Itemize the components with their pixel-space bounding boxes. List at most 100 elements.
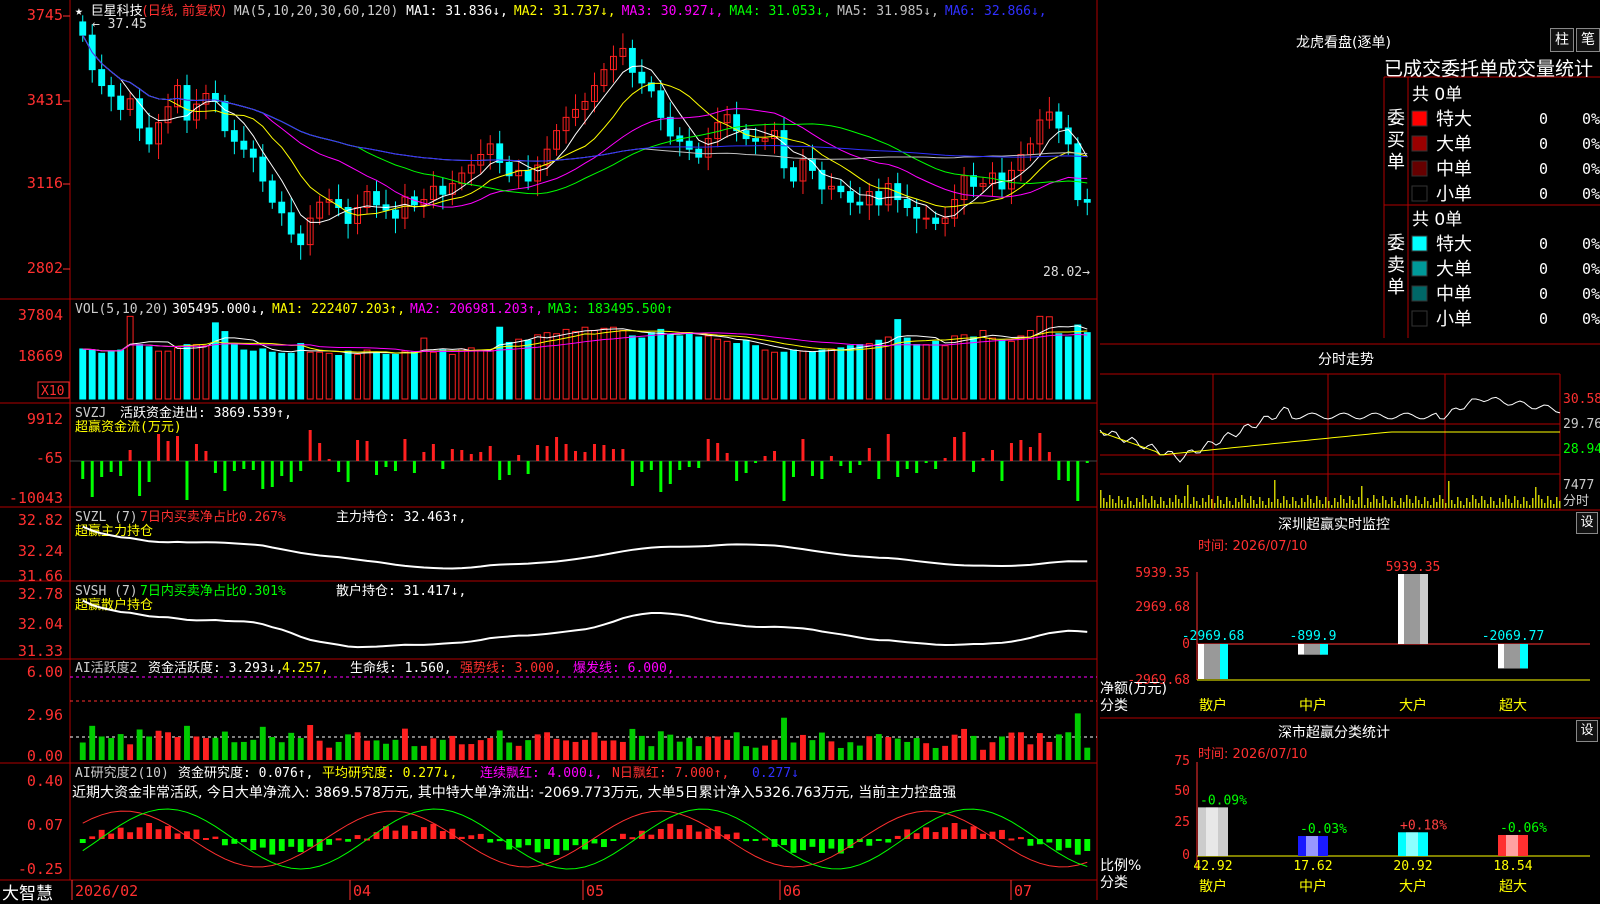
x-axis-label: 06	[783, 882, 801, 900]
volume-bar	[145, 346, 153, 400]
ai-research-bar	[894, 835, 901, 839]
volume-bar	[1017, 335, 1025, 400]
volume-bar	[752, 345, 760, 400]
ai-research-y-label: 0.40	[27, 772, 63, 790]
ai-active-bar	[326, 747, 333, 760]
volume-bar	[865, 343, 873, 400]
ai-active-bar	[79, 742, 86, 760]
intraday-vol-bar	[1502, 502, 1504, 508]
ai-research-bar	[601, 839, 607, 848]
ai-burst: 爆发线: 6.000,	[573, 660, 675, 676]
main-y-label: 3745	[27, 6, 63, 24]
ai-active-y-label: 0.00	[27, 747, 63, 765]
svzj-bar	[555, 437, 559, 461]
ai-active-bar	[364, 740, 370, 760]
pen-mode-button[interactable]: 笔	[1576, 28, 1600, 52]
intraday-vol-bar	[1409, 499, 1411, 508]
ai-active-bar	[89, 725, 96, 760]
svzj-bar	[1028, 447, 1032, 461]
classify-value-label: 17.62	[1293, 859, 1332, 874]
ai-research-bar	[885, 839, 892, 843]
ai-active-bar	[458, 744, 465, 760]
volume-bar	[704, 335, 712, 400]
intraday-vol-bar	[1202, 498, 1204, 508]
candle	[287, 212, 295, 235]
classify-delta-label: +0.18%	[1400, 818, 1447, 833]
ai-active-bar	[1065, 732, 1072, 760]
intraday-price-line	[1099, 396, 1561, 463]
svzj-bar	[365, 441, 369, 461]
classify-bar-shade	[1306, 836, 1318, 856]
ai-active-bar	[847, 742, 854, 760]
intraday-vol-bar	[1142, 495, 1144, 508]
buy-swatch	[1411, 135, 1428, 152]
intraday-vol-bar	[1364, 505, 1366, 508]
x-axis-label: 07	[1014, 882, 1032, 900]
ai-research-bar	[686, 825, 693, 839]
intraday-vol-bar	[1382, 496, 1384, 508]
volume-bar	[88, 349, 96, 400]
sell-total: 共 0单	[1412, 210, 1462, 230]
intraday-vol-bar	[1340, 495, 1342, 508]
ai-research-bar	[705, 828, 712, 839]
volume-bar	[126, 315, 134, 400]
intraday-vol-top: 7477	[1563, 478, 1594, 493]
svzl-y-label: 32.82	[18, 511, 63, 529]
classify-settings-button[interactable]: 设	[1576, 720, 1598, 742]
svzj-bar	[479, 452, 483, 461]
svzj-bar	[185, 461, 189, 500]
intraday-vol-bar	[1424, 497, 1426, 508]
volume-bar	[429, 351, 437, 400]
svzl-y-label: 32.24	[18, 542, 63, 560]
ai-research-bar	[354, 835, 361, 839]
svzj-bar	[896, 461, 900, 477]
buy-side-label: 单	[1387, 152, 1405, 173]
ai-research-bar	[762, 838, 768, 841]
monitor-settings-button[interactable]: 设	[1576, 512, 1598, 534]
intraday-y-label: 29.76	[1563, 417, 1600, 432]
classify-cat-label: 大户	[1399, 878, 1427, 895]
volume-bar	[155, 350, 162, 400]
classify-y-label: 25	[1174, 815, 1190, 830]
volume-bar	[392, 353, 399, 400]
classify-title: 深市超赢分类统计	[1278, 725, 1390, 741]
ai-research-bar	[468, 835, 475, 839]
ai-active-bar	[468, 744, 475, 760]
bar-mode-button[interactable]: 柱	[1550, 28, 1574, 52]
ai-active-bar	[790, 742, 797, 760]
ai-active-bar	[818, 732, 825, 760]
intraday-vol-bar	[1286, 500, 1288, 508]
ai-active-bar	[582, 739, 588, 760]
ai-active-bar	[392, 739, 399, 760]
intraday-vol-bar	[1253, 500, 1255, 508]
volume-bar	[268, 351, 276, 400]
svzj-bar	[375, 461, 379, 475]
volume-bar	[458, 348, 466, 400]
buy-row-pct: 0%	[1582, 135, 1600, 153]
volume-bar	[809, 351, 816, 400]
candle	[183, 85, 191, 121]
svzj-bar	[166, 441, 170, 461]
intraday-vol-bar	[1361, 486, 1363, 508]
volume-bar	[799, 350, 807, 400]
intraday-vol-bar	[1343, 499, 1345, 508]
monitor-bar-shade	[1304, 644, 1322, 655]
volume-bar	[183, 344, 191, 400]
star-icon[interactable]: ★	[75, 4, 83, 19]
ai-active-bar	[439, 739, 446, 760]
candle	[856, 201, 864, 206]
intraday-vol-bar	[1106, 502, 1108, 508]
intraday-vol-bar	[1211, 499, 1213, 508]
ai-research-bar	[752, 839, 759, 841]
ai-active-bar	[657, 731, 664, 760]
ai-active-bar	[506, 742, 513, 760]
svzj-bar	[583, 452, 587, 461]
svzj-bar	[867, 448, 871, 461]
intraday-vol-bar	[1163, 501, 1165, 508]
svzj-bar	[213, 461, 217, 473]
monitor-time: 时间: 2026/07/10	[1198, 539, 1308, 554]
intraday-vol-bar	[1496, 505, 1498, 508]
intraday-vol-bar	[1277, 499, 1279, 508]
volume-bar	[202, 345, 210, 400]
volume-bar	[875, 339, 883, 400]
